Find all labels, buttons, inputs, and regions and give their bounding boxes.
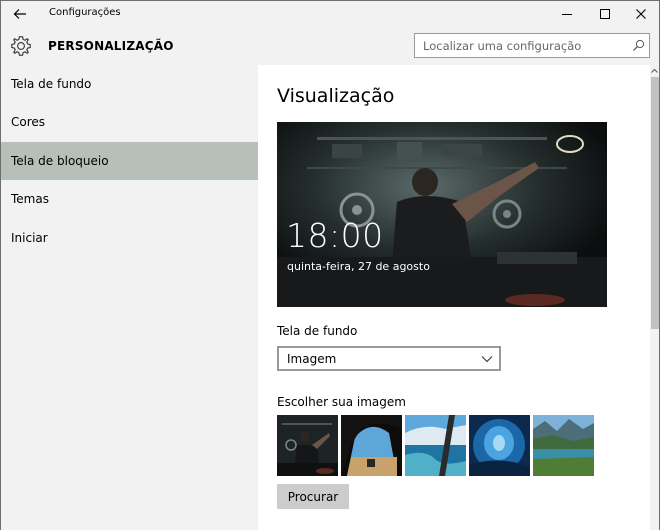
image-thumbnail[interactable] (341, 415, 402, 476)
background-select[interactable]: Imagem (277, 346, 501, 371)
sidebar-item-label: Tela de fundo (11, 77, 92, 91)
lock-screen-preview: 18:00 quinta-feira, 27 de agosto (277, 122, 607, 307)
background-label: Tela de fundo (277, 324, 358, 338)
back-arrow-icon (13, 9, 26, 19)
maximize-button[interactable] (587, 1, 623, 27)
page-title: PERSONALIZAÇÃO (48, 39, 174, 53)
settings-window: Configurações PERSONALIZAÇÃO T (0, 0, 660, 530)
sidebar-item-label: Iniciar (11, 231, 48, 245)
image-thumbnail[interactable] (405, 415, 466, 476)
browse-button[interactable]: Procurar (277, 484, 349, 509)
sidebar-item-tela-de-bloqueio[interactable]: Tela de bloqueio (1, 142, 258, 180)
scrollbar[interactable] (650, 65, 659, 530)
close-icon (636, 9, 646, 19)
sidebar: Tela de fundo Cores Tela de bloqueio Tem… (1, 65, 258, 530)
sidebar-item-label: Tela de bloqueio (11, 154, 109, 168)
image-thumbnail[interactable] (277, 415, 338, 476)
sidebar-item-tela-de-fundo[interactable]: Tela de fundo (1, 65, 258, 103)
search-input[interactable] (415, 34, 627, 57)
image-thumbnail[interactable] (533, 415, 594, 476)
lock-screen-date: quinta-feira, 27 de agosto (287, 260, 430, 273)
scrollbar-thumb[interactable] (651, 77, 659, 329)
settings-header: PERSONALIZAÇÃO (1, 27, 659, 65)
title-bar: Configurações (1, 1, 659, 27)
sidebar-item-label: Cores (11, 115, 46, 129)
sidebar-item-iniciar[interactable]: Iniciar (1, 219, 258, 257)
lock-screen-time: 18:00 (286, 216, 384, 255)
minimize-button[interactable] (549, 1, 585, 27)
back-button[interactable] (7, 3, 33, 25)
window-title: Configurações (49, 7, 121, 18)
close-button[interactable] (623, 1, 659, 27)
maximize-icon (600, 9, 610, 19)
chevron-down-icon (481, 356, 493, 363)
image-thumbnail[interactable] (469, 415, 530, 476)
background-select-value: Imagem (287, 351, 337, 366)
search-icon[interactable] (632, 39, 645, 52)
search-box[interactable] (414, 33, 650, 58)
main-content: Visualização 18:00 quinta-feira, 27 de a… (258, 65, 650, 530)
sidebar-item-cores[interactable]: Cores (1, 103, 258, 141)
image-thumbnails (277, 415, 607, 477)
scroll-up-arrow-icon[interactable] (650, 67, 659, 75)
lock-screen-photo (277, 122, 607, 307)
choose-image-label: Escolher sua imagem (277, 395, 406, 409)
minimize-icon (562, 14, 572, 15)
sidebar-item-label: Temas (11, 192, 49, 206)
sidebar-item-temas[interactable]: Temas (1, 180, 258, 218)
preview-heading: Visualização (277, 85, 395, 107)
gear-icon (11, 36, 31, 56)
